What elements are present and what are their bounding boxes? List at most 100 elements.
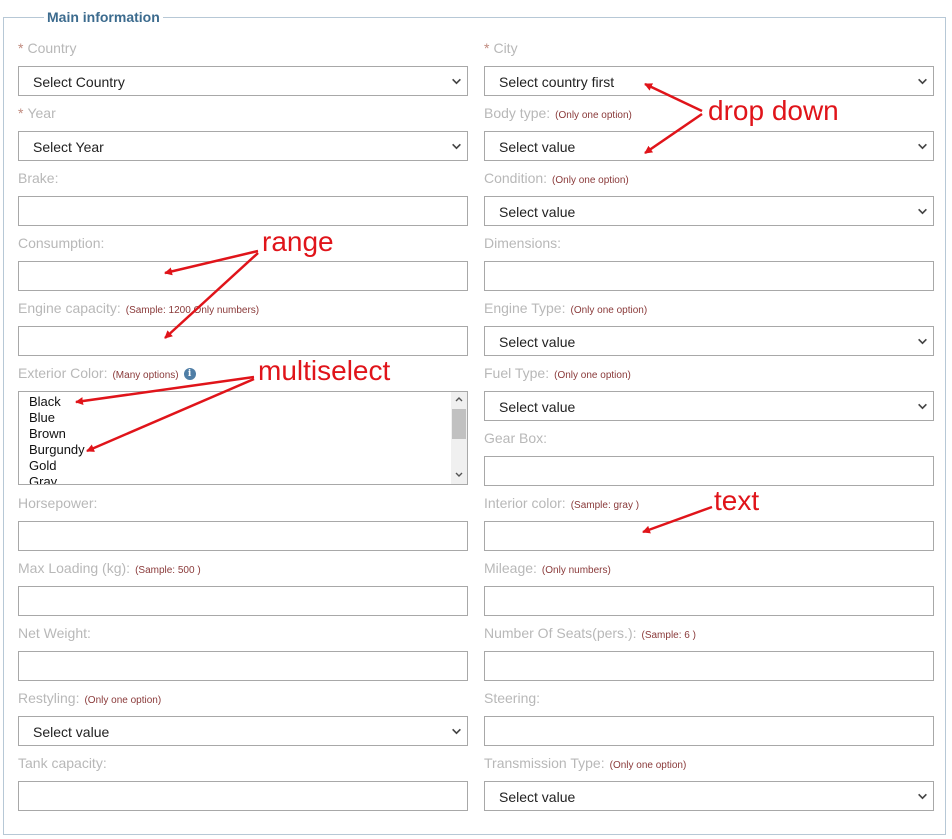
gear-box-input[interactable] <box>484 456 934 486</box>
annotation-multiselect: multiselect <box>258 355 391 386</box>
label-fuel-type-text: Fuel Type: <box>484 365 550 381</box>
hint-condition: (Only one option) <box>552 175 629 186</box>
exterior-color-multiselect[interactable]: Black Blue Brown Burgundy Gold Gray <box>18 391 468 485</box>
fuel-type-select-value: Select value <box>499 399 576 415</box>
condition-select[interactable]: Select value <box>484 196 934 226</box>
label-number-of-seats-text: Number Of Seats(pers.): <box>484 625 637 641</box>
label-year-text: Year <box>27 105 56 121</box>
hint-mileage: (Only numbers) <box>541 565 611 576</box>
legend-main-information: Main information <box>44 9 163 25</box>
option-gray[interactable]: Gray <box>29 474 57 484</box>
label-dimensions: Dimensions: <box>484 235 562 251</box>
option-burgundy[interactable]: Burgundy <box>29 442 85 458</box>
annotation-text: text <box>714 485 760 516</box>
engine-capacity-input[interactable] <box>18 326 468 356</box>
body-type-select-value: Select value <box>499 139 576 155</box>
info-icon[interactable]: i <box>183 368 196 381</box>
fuel-type-select[interactable]: Select value <box>484 391 934 421</box>
chevron-down-icon <box>918 403 927 410</box>
hint-engine-type: (Only one option) <box>570 305 648 316</box>
mileage-input[interactable] <box>484 586 934 616</box>
city-select[interactable]: Select country first <box>484 66 934 96</box>
consumption-input[interactable] <box>18 261 468 291</box>
city-select-value: Select country first <box>499 74 615 90</box>
interior-color-input[interactable] <box>484 521 934 551</box>
chevron-down-icon <box>918 793 927 800</box>
year-select-value: Select Year <box>33 139 104 155</box>
chevron-down-icon <box>452 78 461 85</box>
engine-type-select-value: Select value <box>499 334 576 350</box>
label-mileage: Mileage: (Only numbers) <box>484 560 611 579</box>
label-city: * City <box>484 40 518 56</box>
net-weight-input[interactable] <box>18 651 468 681</box>
body-type-select[interactable]: Select value <box>484 131 934 161</box>
label-condition: Condition: (Only one option) <box>484 170 629 189</box>
brake-input[interactable] <box>18 196 468 226</box>
steering-input[interactable] <box>484 716 934 746</box>
label-steering: Steering: <box>484 690 541 706</box>
label-max-loading: Max Loading (kg): (Sample: 500 ) <box>18 560 201 579</box>
hint-exterior-color: (Many options) <box>112 370 179 381</box>
label-consumption: Consumption: <box>18 235 105 251</box>
dimensions-input[interactable] <box>484 261 934 291</box>
label-condition-text: Condition: <box>484 170 548 186</box>
year-select[interactable]: Select Year <box>18 131 468 161</box>
scroll-down-arrow-icon[interactable] <box>454 471 464 479</box>
chevron-down-icon <box>918 208 927 215</box>
label-engine-type: Engine Type: (Only one option) <box>484 300 647 319</box>
annotation-range: range <box>262 226 334 257</box>
label-country-text: Country <box>27 40 77 56</box>
transmission-type-select[interactable]: Select value <box>484 781 934 811</box>
condition-select-value: Select value <box>499 204 576 220</box>
label-transmission-type: Transmission Type: (Only one option) <box>484 755 686 774</box>
horsepower-input[interactable] <box>18 521 468 551</box>
label-max-loading-text: Max Loading (kg): <box>18 560 131 576</box>
label-year: * Year <box>18 105 56 121</box>
label-net-weight: Net Weight: <box>18 625 91 641</box>
label-gear-box: Gear Box: <box>484 430 548 446</box>
label-tank-capacity: Tank capacity: <box>18 755 107 771</box>
label-engine-type-text: Engine Type: <box>484 300 566 316</box>
label-engine-capacity-text: Engine capacity: <box>18 300 121 316</box>
option-brown[interactable]: Brown <box>29 426 66 442</box>
restyling-select[interactable]: Select value <box>18 716 468 746</box>
chevron-down-icon <box>918 338 927 345</box>
label-engine-capacity: Engine capacity: (Sample: 1200 Only numbe… <box>18 300 259 319</box>
country-select[interactable]: Select Country <box>18 66 468 96</box>
hint-interior-color: (Sample: gray ) <box>570 500 640 511</box>
required-mark: * <box>18 40 24 56</box>
hint-number-of-seats: (Sample: 6 ) <box>641 630 696 641</box>
label-country: * Country <box>18 40 76 56</box>
option-gold[interactable]: Gold <box>29 458 56 474</box>
hint-restyling: (Only one option) <box>84 695 162 706</box>
transmission-type-select-value: Select value <box>499 789 576 805</box>
label-horsepower: Horsepower: <box>18 495 98 511</box>
label-number-of-seats: Number Of Seats(pers.): (Sample: 6 ) <box>484 625 696 644</box>
chevron-down-icon <box>452 143 461 150</box>
label-transmission-type-text: Transmission Type: <box>484 755 605 771</box>
tank-capacity-input[interactable] <box>18 781 468 811</box>
label-mileage-text: Mileage: <box>484 560 537 576</box>
label-interior-color-text: Interior color: <box>484 495 566 511</box>
label-city-text: City <box>493 40 518 56</box>
scrollbar-thumb[interactable] <box>452 409 466 439</box>
label-restyling-text: Restyling: <box>18 690 80 706</box>
chevron-down-icon <box>918 78 927 85</box>
hint-transmission-type: (Only one option) <box>609 760 687 771</box>
annotation-drop-down: drop down <box>708 95 839 126</box>
option-blue[interactable]: Blue <box>29 410 55 426</box>
label-body-type-text: Body type: <box>484 105 551 121</box>
option-black[interactable]: Black <box>29 394 61 410</box>
label-body-type: Body type: (Only one option) <box>484 105 632 124</box>
scroll-up-arrow-icon[interactable] <box>454 395 464 403</box>
chevron-down-icon <box>452 728 461 735</box>
number-of-seats-input[interactable] <box>484 651 934 681</box>
max-loading-input[interactable] <box>18 586 468 616</box>
label-interior-color: Interior color: (Sample: gray ) <box>484 495 639 514</box>
label-fuel-type: Fuel Type: (Only one option) <box>484 365 631 384</box>
engine-type-select[interactable]: Select value <box>484 326 934 356</box>
label-restyling: Restyling: (Only one option) <box>18 690 161 709</box>
label-brake: Brake: <box>18 170 59 186</box>
hint-max-loading: (Sample: 500 ) <box>135 565 201 576</box>
country-select-value: Select Country <box>33 74 125 90</box>
